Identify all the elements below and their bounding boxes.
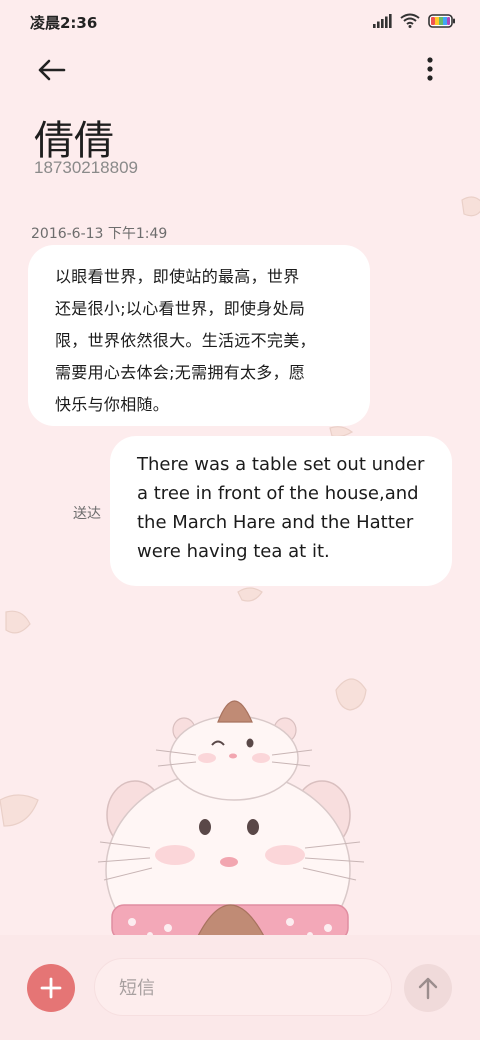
outgoing-message-text: There was a table set out under a tree i… xyxy=(137,450,432,566)
message-line: There was a table set out under xyxy=(137,454,425,475)
signal-icon xyxy=(373,13,392,28)
message-line: the March Hare and the Hatter xyxy=(137,512,414,533)
incoming-message-text: 以眼看世界，即使站的最高，世界 还是很小;以心看世界，即使身处局 限，世界依然很… xyxy=(55,261,344,421)
sms-input-placeholder: 短信 xyxy=(119,978,155,999)
outgoing-message-bubble[interactable]: There was a table set out under a tree i… xyxy=(110,436,452,586)
arrow-left-icon xyxy=(38,59,66,81)
status-icons xyxy=(372,13,456,28)
message-line: 限，世界依然很大。生活远不完美， xyxy=(55,331,316,350)
message-line: 还是很小;以心看世界，即使身处局 xyxy=(55,299,306,318)
vertical-dots-icon xyxy=(427,57,433,81)
message-line: were having tea at it. xyxy=(137,541,330,562)
wifi-icon xyxy=(400,13,420,28)
message-line: 需要用心去体会;无需拥有太多，愿 xyxy=(55,363,306,382)
plus-icon xyxy=(40,977,62,999)
send-button[interactable] xyxy=(404,964,452,1012)
delivery-status: 送达 xyxy=(73,506,101,522)
more-options-button[interactable] xyxy=(418,54,442,86)
incoming-message-bubble[interactable]: 以眼看世界，即使站的最高，世界 还是很小;以心看世界，即使身处局 限，世界依然很… xyxy=(28,245,370,426)
status-time: 凌晨2:36 xyxy=(30,14,98,32)
battery-icon xyxy=(428,13,455,28)
add-attachment-button[interactable] xyxy=(27,964,75,1012)
message-timestamp: 2016-6-13 下午1:49 xyxy=(31,226,168,242)
sms-input-field[interactable]: 短信 xyxy=(94,958,392,1016)
message-line: 以眼看世界，即使站的最高，世界 xyxy=(55,267,300,286)
message-line: a tree in front of the house,and xyxy=(137,483,419,504)
arrow-up-icon xyxy=(418,977,438,1000)
message-line: 快乐与你相随。 xyxy=(55,395,170,414)
back-button[interactable] xyxy=(34,52,70,88)
status-bar: 凌晨2:36 xyxy=(0,0,480,44)
